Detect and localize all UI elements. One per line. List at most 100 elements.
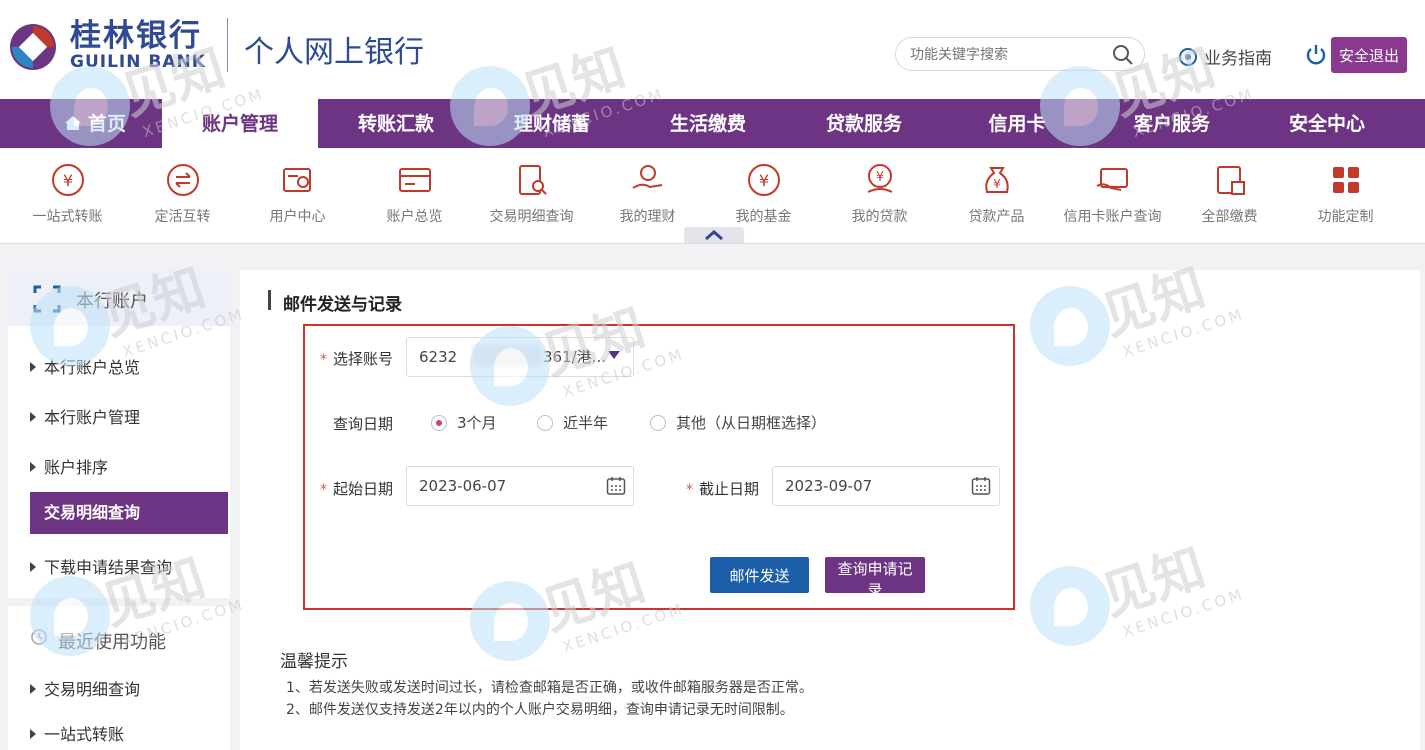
nav-bill-payment[interactable]: 生活缴费 xyxy=(630,99,786,148)
submenu-fixed-current-exchange[interactable]: 定活互转 xyxy=(125,160,240,226)
logout-button[interactable]: 安全退出 xyxy=(1331,37,1407,73)
submenu-one-stop-transfer[interactable]: ¥ 一站式转账 xyxy=(10,160,125,226)
submenu-label: 定活互转 xyxy=(154,209,211,225)
money-bag-icon: ¥ xyxy=(984,167,1009,193)
yuan-hand-icon: ¥ xyxy=(867,164,892,193)
title-marker xyxy=(268,290,271,310)
credit-card-icon xyxy=(1096,168,1128,191)
recent-item-transaction-query[interactable]: 交易明细查询 xyxy=(30,676,140,700)
page-title: 邮件发送与记录 xyxy=(283,295,402,315)
search-input[interactable] xyxy=(908,44,1112,66)
radio-dot[interactable] xyxy=(650,414,666,431)
radio-other[interactable]: 其他（从日期框选择） xyxy=(650,412,826,433)
search-icon[interactable] xyxy=(1112,44,1134,66)
end-date-value: 2023-09-07 xyxy=(785,477,873,495)
submenu-label: 全部缴费 xyxy=(1201,209,1258,225)
start-date-label: * 起始日期 xyxy=(320,480,394,498)
exchange-icon xyxy=(166,164,199,196)
recent-functions-title: 最近使用功能 xyxy=(58,632,166,653)
sidebar-item-download-result[interactable]: 下载申请结果查询 xyxy=(30,554,172,578)
chevron-up-icon xyxy=(705,230,723,241)
chevron-down-icon[interactable] xyxy=(608,351,620,359)
bank-name-en: GUILIN BANK xyxy=(70,52,206,72)
main-nav: 首页 账户管理 转账汇款 理财储蓄 生活缴费 贷款服务 信用卡 客户服务 安全中… xyxy=(0,99,1425,148)
date-range-label: 查询日期 xyxy=(333,415,394,433)
submenu-label: 贷款产品 xyxy=(968,209,1025,225)
radio-3-months[interactable]: 3个月 xyxy=(431,412,497,433)
nav-credit-card[interactable]: 信用卡 xyxy=(942,99,1092,148)
nav-customer-service[interactable]: 客户服务 xyxy=(1092,99,1252,148)
nav-home-label: 首页 xyxy=(87,113,126,135)
search-box[interactable] xyxy=(895,37,1145,71)
nav-security-center[interactable]: 安全中心 xyxy=(1252,99,1402,148)
radio-dot[interactable] xyxy=(431,414,447,431)
yuan-cycle-icon: ¥ xyxy=(51,164,84,196)
submenu-account-overview[interactable]: 账户总览 xyxy=(357,160,472,226)
submenu-label: 功能定制 xyxy=(1317,209,1374,225)
guide-icon xyxy=(1179,47,1197,66)
submenu-my-loan[interactable]: ¥ 我的贷款 xyxy=(822,160,937,226)
submenu-label: 一站式转账 xyxy=(32,209,103,225)
svg-text:¥: ¥ xyxy=(993,177,1001,191)
svg-text:¥: ¥ xyxy=(758,171,768,190)
guide-label: 业务指南 xyxy=(1204,49,1272,69)
sidebar-section-title: 本行账户 xyxy=(76,291,148,312)
submenu-customize[interactable]: 功能定制 xyxy=(1288,160,1403,226)
start-date-value: 2023-06-07 xyxy=(419,477,507,495)
submenu-user-center[interactable]: 用户中心 xyxy=(240,160,355,226)
nav-account-management[interactable]: 账户管理 xyxy=(162,99,318,148)
submenu-my-wealth[interactable]: 我的理财 xyxy=(590,160,705,226)
svg-text:¥: ¥ xyxy=(875,170,883,185)
submenu-my-fund[interactable]: ¥ 我的基金 xyxy=(706,160,821,226)
submenu-label: 我的理财 xyxy=(619,209,676,225)
sidebar-item-account-sort[interactable]: 账户排序 xyxy=(30,454,108,478)
collapse-toggle[interactable] xyxy=(684,227,744,243)
power-icon[interactable] xyxy=(1305,43,1327,65)
user-card-icon xyxy=(282,168,311,192)
submenu-label: 账户总览 xyxy=(386,209,443,225)
bill-icon xyxy=(1216,166,1245,195)
grid-icon xyxy=(1332,167,1359,193)
masked-account-digits xyxy=(472,344,542,366)
submenu-label: 用户中心 xyxy=(269,209,326,225)
submenu-label: 我的贷款 xyxy=(851,209,908,225)
system-title: 个人网上银行 xyxy=(244,35,424,70)
end-date-label: * 截止日期 xyxy=(686,480,760,498)
tip-line: 2、邮件发送仅支持发送2年以内的个人账户交易明细，查询申请记录无时间限制。 xyxy=(286,702,794,718)
account-prefix: 6232 xyxy=(419,348,458,366)
hand-coin-icon xyxy=(631,165,662,189)
sidebar-item-account-management[interactable]: 本行账户管理 xyxy=(30,404,140,428)
tip-line: 1、若发送失败或发送时间过长，请检查邮箱是否正确，或收件邮箱服务器是否正常。 xyxy=(286,680,813,696)
sidebar-item-transaction-query[interactable]: 交易明细查询 xyxy=(30,492,228,534)
bank-name-cn: 桂林银行 xyxy=(70,18,202,54)
submenu-transaction-query[interactable]: 交易明细查询 xyxy=(474,160,589,226)
account-icon xyxy=(33,285,61,313)
nav-home[interactable]: 首页 xyxy=(30,99,160,148)
nav-wealth-savings[interactable]: 理财储蓄 xyxy=(474,99,630,148)
nav-transfer[interactable]: 转账汇款 xyxy=(318,99,474,148)
document-search-icon xyxy=(518,165,547,195)
guide-link[interactable]: 业务指南 xyxy=(1178,44,1272,69)
calendar-icon[interactable] xyxy=(606,476,626,496)
tips-title: 温馨提示 xyxy=(280,652,348,672)
radio-dot[interactable] xyxy=(537,414,553,431)
recent-item-one-stop-transfer[interactable]: 一站式转账 xyxy=(30,721,124,745)
submenu-loan-products[interactable]: ¥ 贷款产品 xyxy=(939,160,1054,226)
nav-loan-services[interactable]: 贷款服务 xyxy=(786,99,942,148)
radio-half-year[interactable]: 近半年 xyxy=(537,412,608,433)
svg-text:¥: ¥ xyxy=(62,171,72,190)
calendar-icon[interactable] xyxy=(971,476,991,496)
home-icon xyxy=(64,116,81,130)
account-suffix: 361/港... xyxy=(543,348,606,366)
submenu-label: 我的基金 xyxy=(735,209,792,225)
card-icon xyxy=(398,168,431,192)
query-records-button[interactable]: 查询申请记录 xyxy=(825,557,925,599)
sidebar-separator xyxy=(8,598,230,606)
sidebar-item-account-overview[interactable]: 本行账户总览 xyxy=(30,354,140,378)
submenu-all-payments[interactable]: 全部缴费 xyxy=(1172,160,1287,226)
send-email-button[interactable]: 邮件发送 xyxy=(710,557,809,593)
clock-icon xyxy=(31,629,47,645)
end-date-input[interactable]: 2023-09-07 xyxy=(772,466,1000,506)
submenu-credit-card-query[interactable]: 信用卡账户查询 xyxy=(1055,160,1170,226)
start-date-input[interactable]: 2023-06-07 xyxy=(406,466,634,506)
